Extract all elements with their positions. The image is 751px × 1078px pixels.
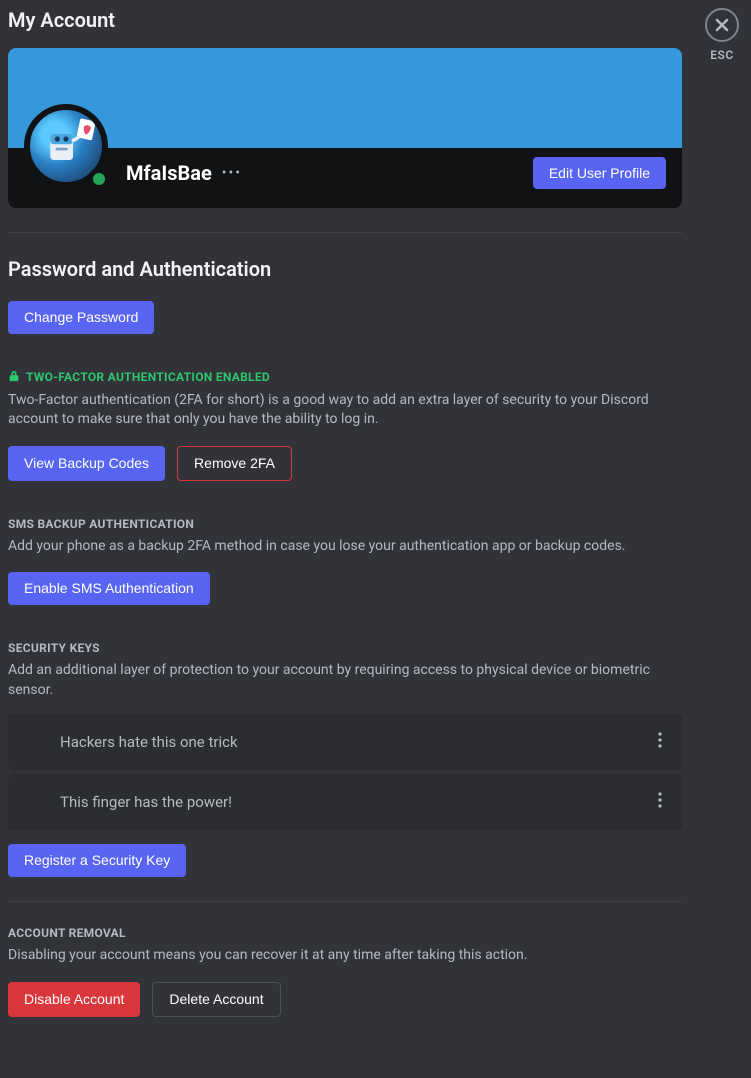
disable-account-button[interactable]: Disable Account bbox=[8, 982, 140, 1017]
security-keys-header: SECURITY KEYS bbox=[8, 641, 682, 655]
register-security-key-button[interactable]: Register a Security Key bbox=[8, 844, 186, 877]
more-vertical-icon bbox=[658, 792, 662, 808]
security-key-item: Hackers hate this one trick bbox=[8, 714, 682, 770]
sms-backup-description: Add your phone as a backup 2FA method in… bbox=[8, 537, 682, 557]
username: MfaIsBae bbox=[126, 161, 212, 185]
divider bbox=[8, 901, 682, 902]
profile-card: MfaIsBae ••• Edit User Profile bbox=[8, 48, 682, 208]
account-removal-header: ACCOUNT REMOVAL bbox=[8, 926, 682, 940]
security-key-item: This finger has the power! bbox=[8, 774, 682, 830]
security-key-more-button[interactable] bbox=[654, 788, 666, 816]
close-icon bbox=[714, 17, 730, 33]
account-removal-description: Disabling your account means you can rec… bbox=[8, 946, 682, 966]
lock-icon bbox=[8, 370, 20, 385]
security-key-more-button[interactable] bbox=[654, 728, 666, 756]
more-vertical-icon bbox=[658, 732, 662, 748]
edit-user-profile-button[interactable]: Edit User Profile bbox=[533, 157, 666, 190]
change-password-button[interactable]: Change Password bbox=[8, 301, 154, 334]
delete-account-button[interactable]: Delete Account bbox=[152, 982, 280, 1017]
page-title: My Account bbox=[8, 8, 682, 32]
twofa-header-text: TWO-FACTOR AUTHENTICATION ENABLED bbox=[26, 370, 270, 384]
twofa-enabled-header: TWO-FACTOR AUTHENTICATION ENABLED bbox=[8, 370, 682, 385]
status-indicator bbox=[88, 168, 110, 190]
sms-backup-header: SMS BACKUP AUTHENTICATION bbox=[8, 517, 682, 531]
close-button[interactable] bbox=[705, 8, 739, 42]
remove-2fa-button[interactable]: Remove 2FA bbox=[177, 446, 292, 481]
security-key-name: Hackers hate this one trick bbox=[60, 733, 238, 751]
password-auth-title: Password and Authentication bbox=[8, 257, 682, 281]
enable-sms-auth-button[interactable]: Enable SMS Authentication bbox=[8, 572, 210, 605]
security-keys-description: Add an additional layer of protection to… bbox=[8, 661, 682, 700]
view-backup-codes-button[interactable]: View Backup Codes bbox=[8, 446, 165, 481]
avatar[interactable] bbox=[24, 104, 112, 192]
esc-label: ESC bbox=[710, 48, 733, 62]
twofa-description: Two-Factor authentication (2FA for short… bbox=[8, 391, 682, 430]
security-key-name: This finger has the power! bbox=[60, 793, 232, 811]
divider bbox=[8, 232, 682, 233]
more-options-icon[interactable]: ••• bbox=[222, 165, 242, 181]
